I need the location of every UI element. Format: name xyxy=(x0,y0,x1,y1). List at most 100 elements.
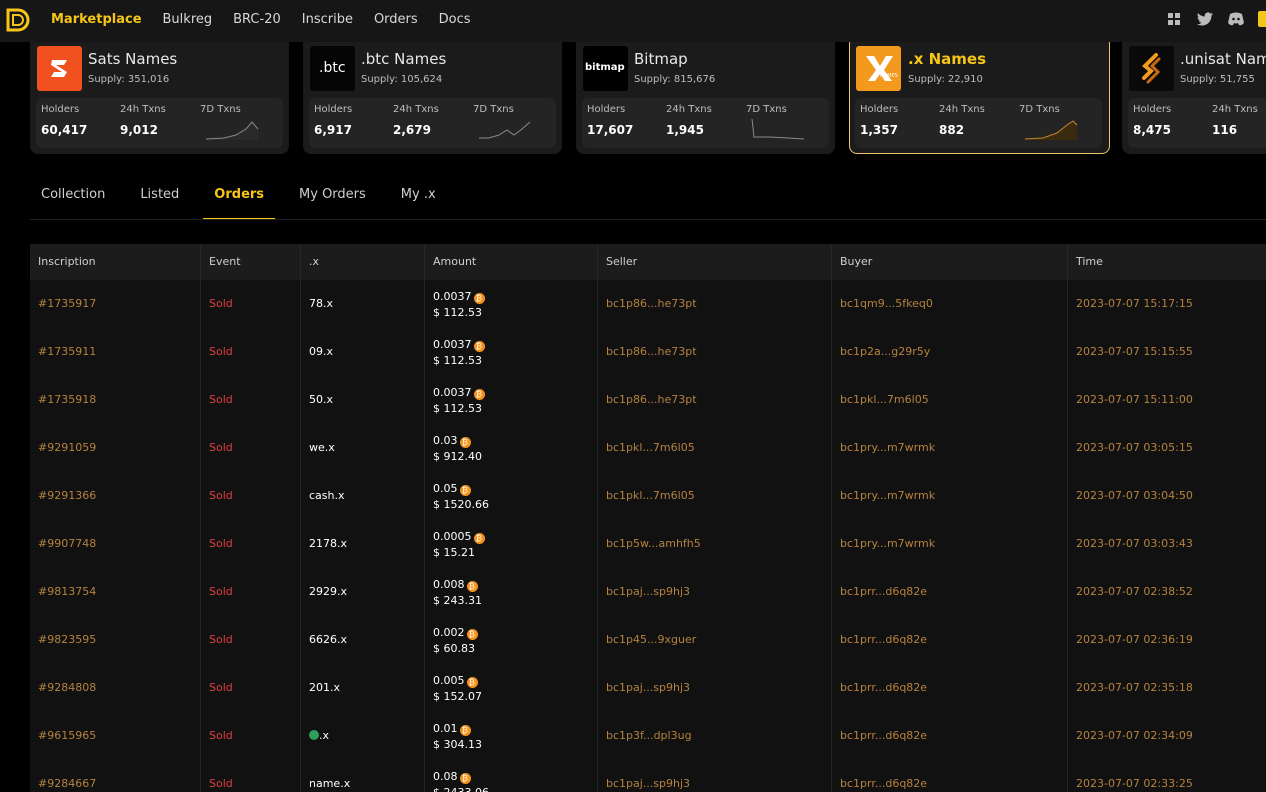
inscription-link[interactable]: #9291059 xyxy=(38,441,96,454)
card-btc-names[interactable]: .btc .btc Names Supply: 105,624 Holders … xyxy=(303,42,562,154)
seller-address[interactable]: bc1p45...9xguer xyxy=(606,633,696,646)
table-row[interactable]: #9615965 Sold .x 0.01 ₿ $ 304.13 bc1p3f...dpl3… xyxy=(30,712,1266,760)
txns7-label: 7D Txns xyxy=(473,104,514,115)
th-inscription: Inscription xyxy=(38,255,96,268)
table-row[interactable]: #9291059 Sold we.x 0.03 ₿ $ 912.40 bc1pkl...7m… xyxy=(30,424,1266,472)
tab-my-x[interactable]: My .x xyxy=(390,178,447,220)
seller-address[interactable]: bc1p5w...amhfh5 xyxy=(606,537,701,550)
inscription-link[interactable]: #1735917 xyxy=(38,297,96,310)
inscription-link[interactable]: #9907748 xyxy=(38,537,96,550)
table-row[interactable]: #9907748 Sold 2178.x 0.0005 ₿ $ 15.21 bc1p5w..… xyxy=(30,520,1266,568)
buyer-address[interactable]: bc1qm9...5fkeq0 xyxy=(840,297,933,310)
card-bitmap[interactable]: bitmap Bitmap Supply: 815,676 Holders 17… xyxy=(576,42,835,154)
buyer-address[interactable]: bc1pry...m7wrmk xyxy=(840,537,935,550)
table-row[interactable]: #9823595 Sold 6626.x 0.002 ₿ $ 60.83 bc1p45...… xyxy=(30,616,1266,664)
buyer-address[interactable]: bc1prr...d6q82e xyxy=(840,729,927,742)
discord-icon[interactable] xyxy=(1227,11,1245,27)
nav-bulkreg[interactable]: Bulkreg xyxy=(163,12,213,27)
buyer-address[interactable]: bc1p2a...g29r5y xyxy=(840,345,930,358)
wallet-badge[interactable] xyxy=(1258,11,1266,27)
name-text: 6626.x xyxy=(309,633,348,646)
inscription-link[interactable]: #9813754 xyxy=(38,585,96,598)
seller-address[interactable]: bc1pkl...7m6l05 xyxy=(606,441,695,454)
buyer-address[interactable]: bc1prr...d6q82e xyxy=(840,777,927,790)
card-sats-names[interactable]: Sats Names Supply: 351,016 Holders 60,41… xyxy=(30,42,289,154)
seller-address[interactable]: bc1paj...sp9hj3 xyxy=(606,681,690,694)
table-row[interactable]: #1735917 Sold 78.x 0.0037 ₿ $ 112.53 bc1p86...… xyxy=(30,280,1266,328)
amount-btc: 0.0037 xyxy=(433,338,472,351)
buyer-address[interactable]: bc1prr...d6q82e xyxy=(840,681,927,694)
buyer-address[interactable]: bc1prr...d6q82e xyxy=(840,633,927,646)
seller-address[interactable]: bc1p3f...dpl3ug xyxy=(606,729,692,742)
seller-address[interactable]: bc1paj...sp9hj3 xyxy=(606,585,690,598)
x-names-logo: NAMES xyxy=(856,46,901,91)
nav-icons xyxy=(1165,11,1266,27)
event-label: Sold xyxy=(209,297,233,310)
inscription-link[interactable]: #9823595 xyxy=(38,633,96,646)
seller-address[interactable]: bc1p86...he73pt xyxy=(606,297,697,310)
table-header: Inscription Event .x Amount Seller Buyer… xyxy=(30,244,1266,280)
amount-usd: $ 112.53 xyxy=(433,402,482,415)
inscription-link[interactable]: #9284667 xyxy=(38,777,96,790)
card-unisat-names[interactable]: .unisat Nam Supply: 51,755 Holders 8,475… xyxy=(1122,42,1266,154)
buyer-address[interactable]: bc1pry...m7wrmk xyxy=(840,441,935,454)
timestamp: 2023-07-07 15:17:15 xyxy=(1076,297,1193,310)
card-name: Sats Names xyxy=(88,50,178,68)
inscription-link[interactable]: #9615965 xyxy=(38,729,96,742)
name-cell: 201.x xyxy=(309,681,340,694)
inscription-link[interactable]: #9291366 xyxy=(38,489,96,502)
amount-usd: $ 304.13 xyxy=(433,738,482,751)
holders-value: 17,607 xyxy=(587,123,634,137)
holders-label: Holders xyxy=(41,104,80,115)
bitmap-logo-text: bitmap xyxy=(585,62,625,73)
logo-icon[interactable] xyxy=(5,7,31,33)
seller-address[interactable]: bc1p86...he73pt xyxy=(606,345,697,358)
inscription-link[interactable]: #1735911 xyxy=(38,345,96,358)
amount-usd: $ 112.53 xyxy=(433,306,482,319)
seller-address[interactable]: bc1pkl...7m6l05 xyxy=(606,489,695,502)
amount-usd: $ 1520.66 xyxy=(433,498,489,511)
name-text: 2929.x xyxy=(309,585,348,598)
amount-usd: $ 912.40 xyxy=(433,450,482,463)
grid-icon[interactable] xyxy=(1165,11,1183,27)
holders-value: 60,417 xyxy=(41,123,88,137)
tab-my-orders[interactable]: My Orders xyxy=(288,178,377,220)
name-cell: name.x xyxy=(309,777,350,790)
nav-brc20[interactable]: BRC-20 xyxy=(233,12,281,27)
table-row[interactable]: #9284808 Sold 201.x 0.005 ₿ $ 152.07 bc1paj...… xyxy=(30,664,1266,712)
nav-docs[interactable]: Docs xyxy=(439,12,471,27)
unisat-logo-icon xyxy=(1142,53,1161,84)
buyer-address[interactable]: bc1pry...m7wrmk xyxy=(840,489,935,502)
tab-collection[interactable]: Collection xyxy=(30,178,116,220)
tab-listed[interactable]: Listed xyxy=(129,178,190,220)
twitter-icon[interactable] xyxy=(1196,11,1214,27)
nav-orders[interactable]: Orders xyxy=(374,12,418,27)
name-text: .x xyxy=(319,729,330,742)
nav-inscribe[interactable]: Inscribe xyxy=(302,12,353,27)
event-label: Sold xyxy=(209,345,233,358)
buyer-address[interactable]: bc1prr...d6q82e xyxy=(840,585,927,598)
th-time: Time xyxy=(1076,255,1103,268)
inscription-link[interactable]: #9284808 xyxy=(38,681,96,694)
name-text: 50.x xyxy=(309,393,334,406)
card-supply: Supply: 51,755 xyxy=(1180,74,1255,85)
bitcoin-icon: ₿ xyxy=(459,437,471,448)
th-buyer: Buyer xyxy=(840,255,873,268)
bitcoin-icon: ₿ xyxy=(459,725,471,736)
table-row[interactable]: #9291366 Sold cash.x 0.05 ₿ $ 1520.66 bc1pkl..… xyxy=(30,472,1266,520)
timestamp: 2023-07-07 15:11:00 xyxy=(1076,393,1193,406)
amount-btc: 0.0037 xyxy=(433,290,472,303)
table-row[interactable]: #9813754 Sold 2929.x 0.008 ₿ $ 243.31 bc1paj..… xyxy=(30,568,1266,616)
nav-marketplace[interactable]: Marketplace xyxy=(51,12,142,27)
table-row[interactable]: #1735918 Sold 50.x 0.0037 ₿ $ 112.53 bc1p86...… xyxy=(30,376,1266,424)
seller-address[interactable]: bc1p86...he73pt xyxy=(606,393,697,406)
table-row[interactable]: #1735911 Sold 09.x 0.0037 ₿ $ 112.53 bc1p86...… xyxy=(30,328,1266,376)
seller-address[interactable]: bc1paj...sp9hj3 xyxy=(606,777,690,790)
inscription-link[interactable]: #1735918 xyxy=(38,393,96,406)
table-row[interactable]: #9284667 Sold name.x 0.08₿ $ 2433.06 bc1paj..… xyxy=(30,760,1266,792)
card-x-names[interactable]: NAMES .x Names Supply: 22,910 Holders 1,… xyxy=(849,42,1110,154)
timestamp: 2023-07-07 02:34:09 xyxy=(1076,729,1193,742)
tab-orders[interactable]: Orders xyxy=(203,178,275,220)
buyer-address[interactable]: bc1pkl...7m6l05 xyxy=(840,393,929,406)
txns7-label: 7D Txns xyxy=(746,104,787,115)
